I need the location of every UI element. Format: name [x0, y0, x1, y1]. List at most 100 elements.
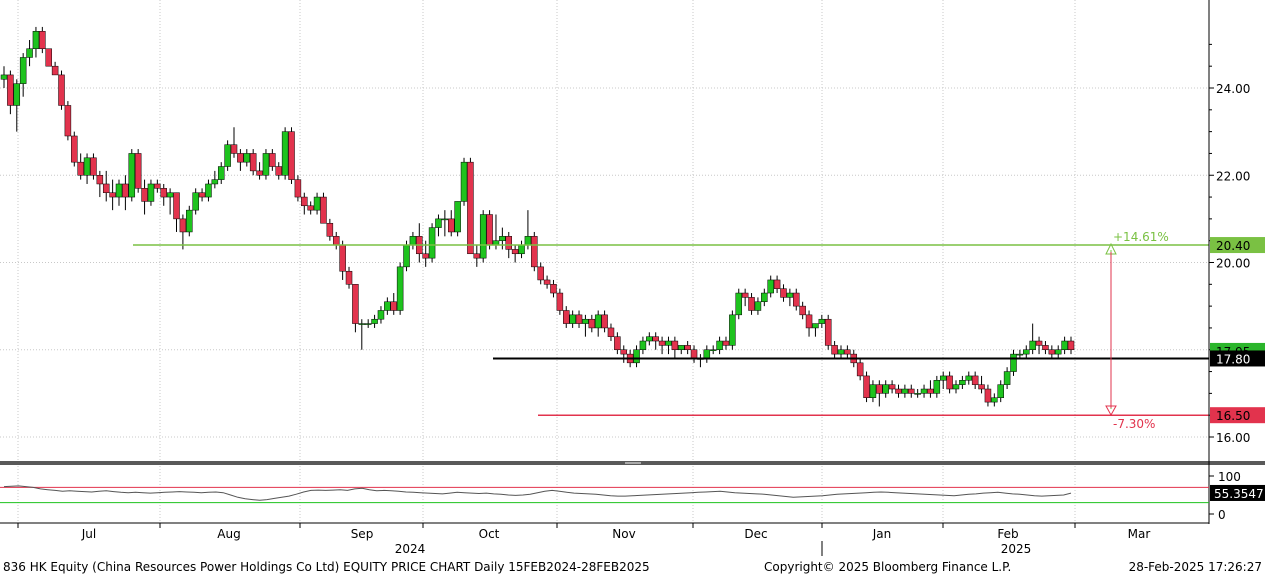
candle-body: [818, 318, 826, 324]
candle-body: [952, 384, 960, 390]
candle-body: [90, 157, 97, 176]
candle-body: [671, 340, 679, 350]
price-tick-label: 22.00: [1216, 169, 1250, 183]
candle-body: [524, 236, 532, 246]
candle-body: [19, 57, 27, 84]
candle-body: [780, 288, 787, 298]
price-tick-label: 20.00: [1216, 257, 1250, 271]
rsi-tick-label: 0: [1218, 508, 1226, 522]
candle-body: [703, 349, 711, 359]
rsi-tick-label: 100: [1218, 470, 1241, 484]
candle-body: [109, 192, 116, 198]
divider-grip: [625, 462, 641, 464]
candle-body: [939, 375, 947, 381]
candle-body: [601, 314, 608, 329]
candle-body: [984, 388, 992, 403]
price-chart: +14.61% -7.30% 16.0018.0020.0022.0024.00…: [0, 0, 1265, 574]
rsi-panel: [0, 485, 1209, 504]
candle-body: [39, 31, 46, 49]
candle-body: [186, 209, 193, 233]
candle-body: [352, 284, 359, 324]
candle-body: [339, 244, 346, 272]
month-label: Jan: [872, 527, 892, 541]
candle-body: [115, 183, 123, 198]
candle-body: [288, 131, 295, 180]
candle-body: [908, 388, 915, 394]
candle-body: [358, 323, 366, 325]
candle-body: [927, 388, 934, 394]
candle-body: [396, 266, 404, 311]
candle-body: [7, 74, 14, 106]
rsi-last-label: 55.3547: [1214, 487, 1264, 501]
candle-body: [543, 279, 551, 285]
candle-body: [569, 314, 576, 324]
month-label: Feb: [997, 527, 1018, 541]
candle-body: [991, 397, 998, 403]
candle-body: [684, 345, 691, 351]
candle-body: [556, 292, 564, 311]
candle-body: [128, 153, 136, 198]
candle-body: [856, 362, 864, 377]
candle-body: [722, 340, 730, 346]
candle-body: [141, 188, 148, 202]
time-axis: Jul Aug Sep Oct Nov Dec Jan Feb Mar 2024 2025: [17, 523, 1150, 556]
candle-body: [799, 305, 806, 316]
candle-body: [192, 192, 199, 211]
candle-body: [754, 301, 762, 311]
candle-body: [678, 345, 685, 351]
candle-body: [639, 340, 647, 350]
candle-body: [96, 175, 104, 185]
candle-body: [332, 236, 340, 246]
candle-body: [83, 157, 91, 176]
candle-body: [313, 196, 321, 211]
candle-body: [537, 266, 544, 281]
candle-body: [307, 205, 314, 211]
candle-body: [741, 292, 749, 298]
candle-body: [594, 314, 602, 329]
candle-body: [384, 301, 391, 311]
candle-body: [147, 183, 155, 202]
candle-body: [301, 196, 308, 207]
candle-body: [901, 388, 909, 394]
candle-body: [486, 214, 493, 246]
candle-body: [965, 375, 973, 381]
rsi-axis: 0 100 55.3547: [1209, 470, 1265, 522]
candle-body: [518, 244, 525, 255]
candle-body: [1042, 345, 1049, 351]
month-label: Sep: [351, 527, 374, 541]
candle-body: [326, 222, 334, 237]
month-label: Dec: [744, 527, 767, 541]
candle-body: [281, 131, 289, 176]
candle-body: [652, 336, 659, 342]
candle-body: [709, 349, 717, 351]
candle-body: [32, 31, 40, 49]
rsi-line: [3, 485, 1072, 501]
candle-body: [1048, 349, 1056, 355]
candle-body: [1023, 349, 1030, 355]
candle-body: [914, 393, 921, 395]
candle-body: [620, 349, 628, 355]
candle-body: [237, 153, 244, 163]
month-label: Jul: [81, 527, 96, 541]
candle-body: [511, 249, 519, 255]
candle-body: [173, 192, 180, 220]
candle-body: [1010, 353, 1017, 372]
candle-body: [441, 218, 449, 221]
candle-body: [582, 318, 589, 324]
candle-body: [575, 314, 583, 324]
candle-body: [320, 196, 327, 224]
candle-body: [863, 375, 870, 398]
candle-body: [876, 384, 883, 394]
candle-body: [1003, 371, 1011, 385]
candle-body: [179, 218, 187, 233]
downside-percent-label: -7.30%: [1113, 417, 1155, 431]
candle-body: [217, 166, 225, 180]
candle-body: [1061, 340, 1068, 350]
candle-body: [122, 183, 129, 198]
candle-body: [51, 65, 59, 76]
support-resistance-lines: [133, 244, 1209, 416]
grid-lines: [0, 0, 1209, 523]
candle-body: [0, 74, 8, 80]
candle-body: [447, 218, 455, 233]
candle-body: [658, 340, 666, 346]
